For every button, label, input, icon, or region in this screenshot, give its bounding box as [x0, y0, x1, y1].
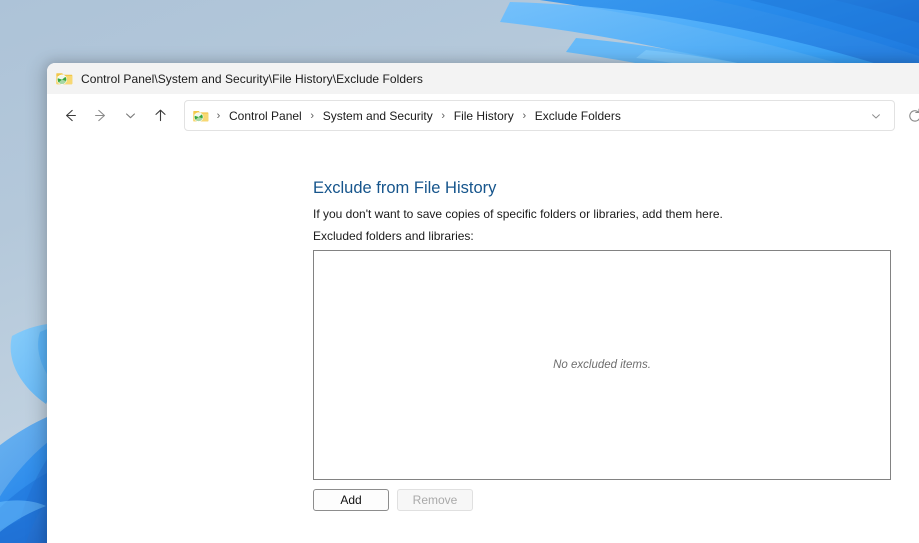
chevron-down-icon	[872, 113, 880, 118]
breadcrumb-separator: ›	[441, 109, 446, 122]
excluded-items-listbox[interactable]: No excluded items.	[313, 250, 891, 480]
excluded-list-label: Excluded folders and libraries:	[313, 229, 474, 243]
content-pane: Exclude from File History If you don't w…	[47, 137, 919, 543]
control-panel-icon	[193, 110, 209, 122]
breadcrumb-system-and-security[interactable]: System and Security	[320, 107, 436, 125]
control-panel-icon	[56, 73, 73, 85]
page-title: Exclude from File History	[313, 179, 497, 197]
chevron-down-icon	[125, 113, 135, 119]
forward-button[interactable]	[85, 101, 115, 131]
arrow-up-icon	[154, 109, 166, 122]
breadcrumb-control-panel[interactable]: Control Panel	[226, 107, 305, 125]
breadcrumb-file-history[interactable]: File History	[451, 107, 517, 125]
arrow-left-icon	[65, 109, 76, 122]
window-title: Control Panel\System and Security\File H…	[81, 71, 423, 86]
refresh-icon	[909, 108, 919, 122]
breadcrumb-separator: ›	[216, 109, 221, 122]
refresh-button[interactable]	[897, 101, 919, 131]
navigation-bar: › Control Panel › System and Security › …	[47, 94, 919, 137]
action-button-row: Add Remove	[313, 489, 473, 511]
breadcrumb-separator: ›	[310, 109, 315, 122]
address-dropdown-button[interactable]	[864, 104, 888, 128]
explorer-window: Control Panel\System and Security\File H…	[47, 63, 919, 543]
breadcrumb-separator: ›	[522, 109, 527, 122]
add-button[interactable]: Add	[313, 489, 389, 511]
back-button[interactable]	[55, 101, 85, 131]
empty-list-message: No excluded items.	[553, 359, 651, 371]
arrow-right-icon	[94, 109, 105, 122]
window-titlebar[interactable]: Control Panel\System and Security\File H…	[47, 63, 919, 94]
recent-locations-button[interactable]	[115, 101, 145, 131]
desktop: Control Panel\System and Security\File H…	[0, 0, 919, 543]
page-description: If you don't want to save copies of spec…	[313, 207, 723, 221]
up-button[interactable]	[145, 101, 175, 131]
address-bar[interactable]: › Control Panel › System and Security › …	[184, 100, 895, 131]
remove-button: Remove	[397, 489, 473, 511]
breadcrumb-exclude-folders[interactable]: Exclude Folders	[532, 107, 624, 125]
